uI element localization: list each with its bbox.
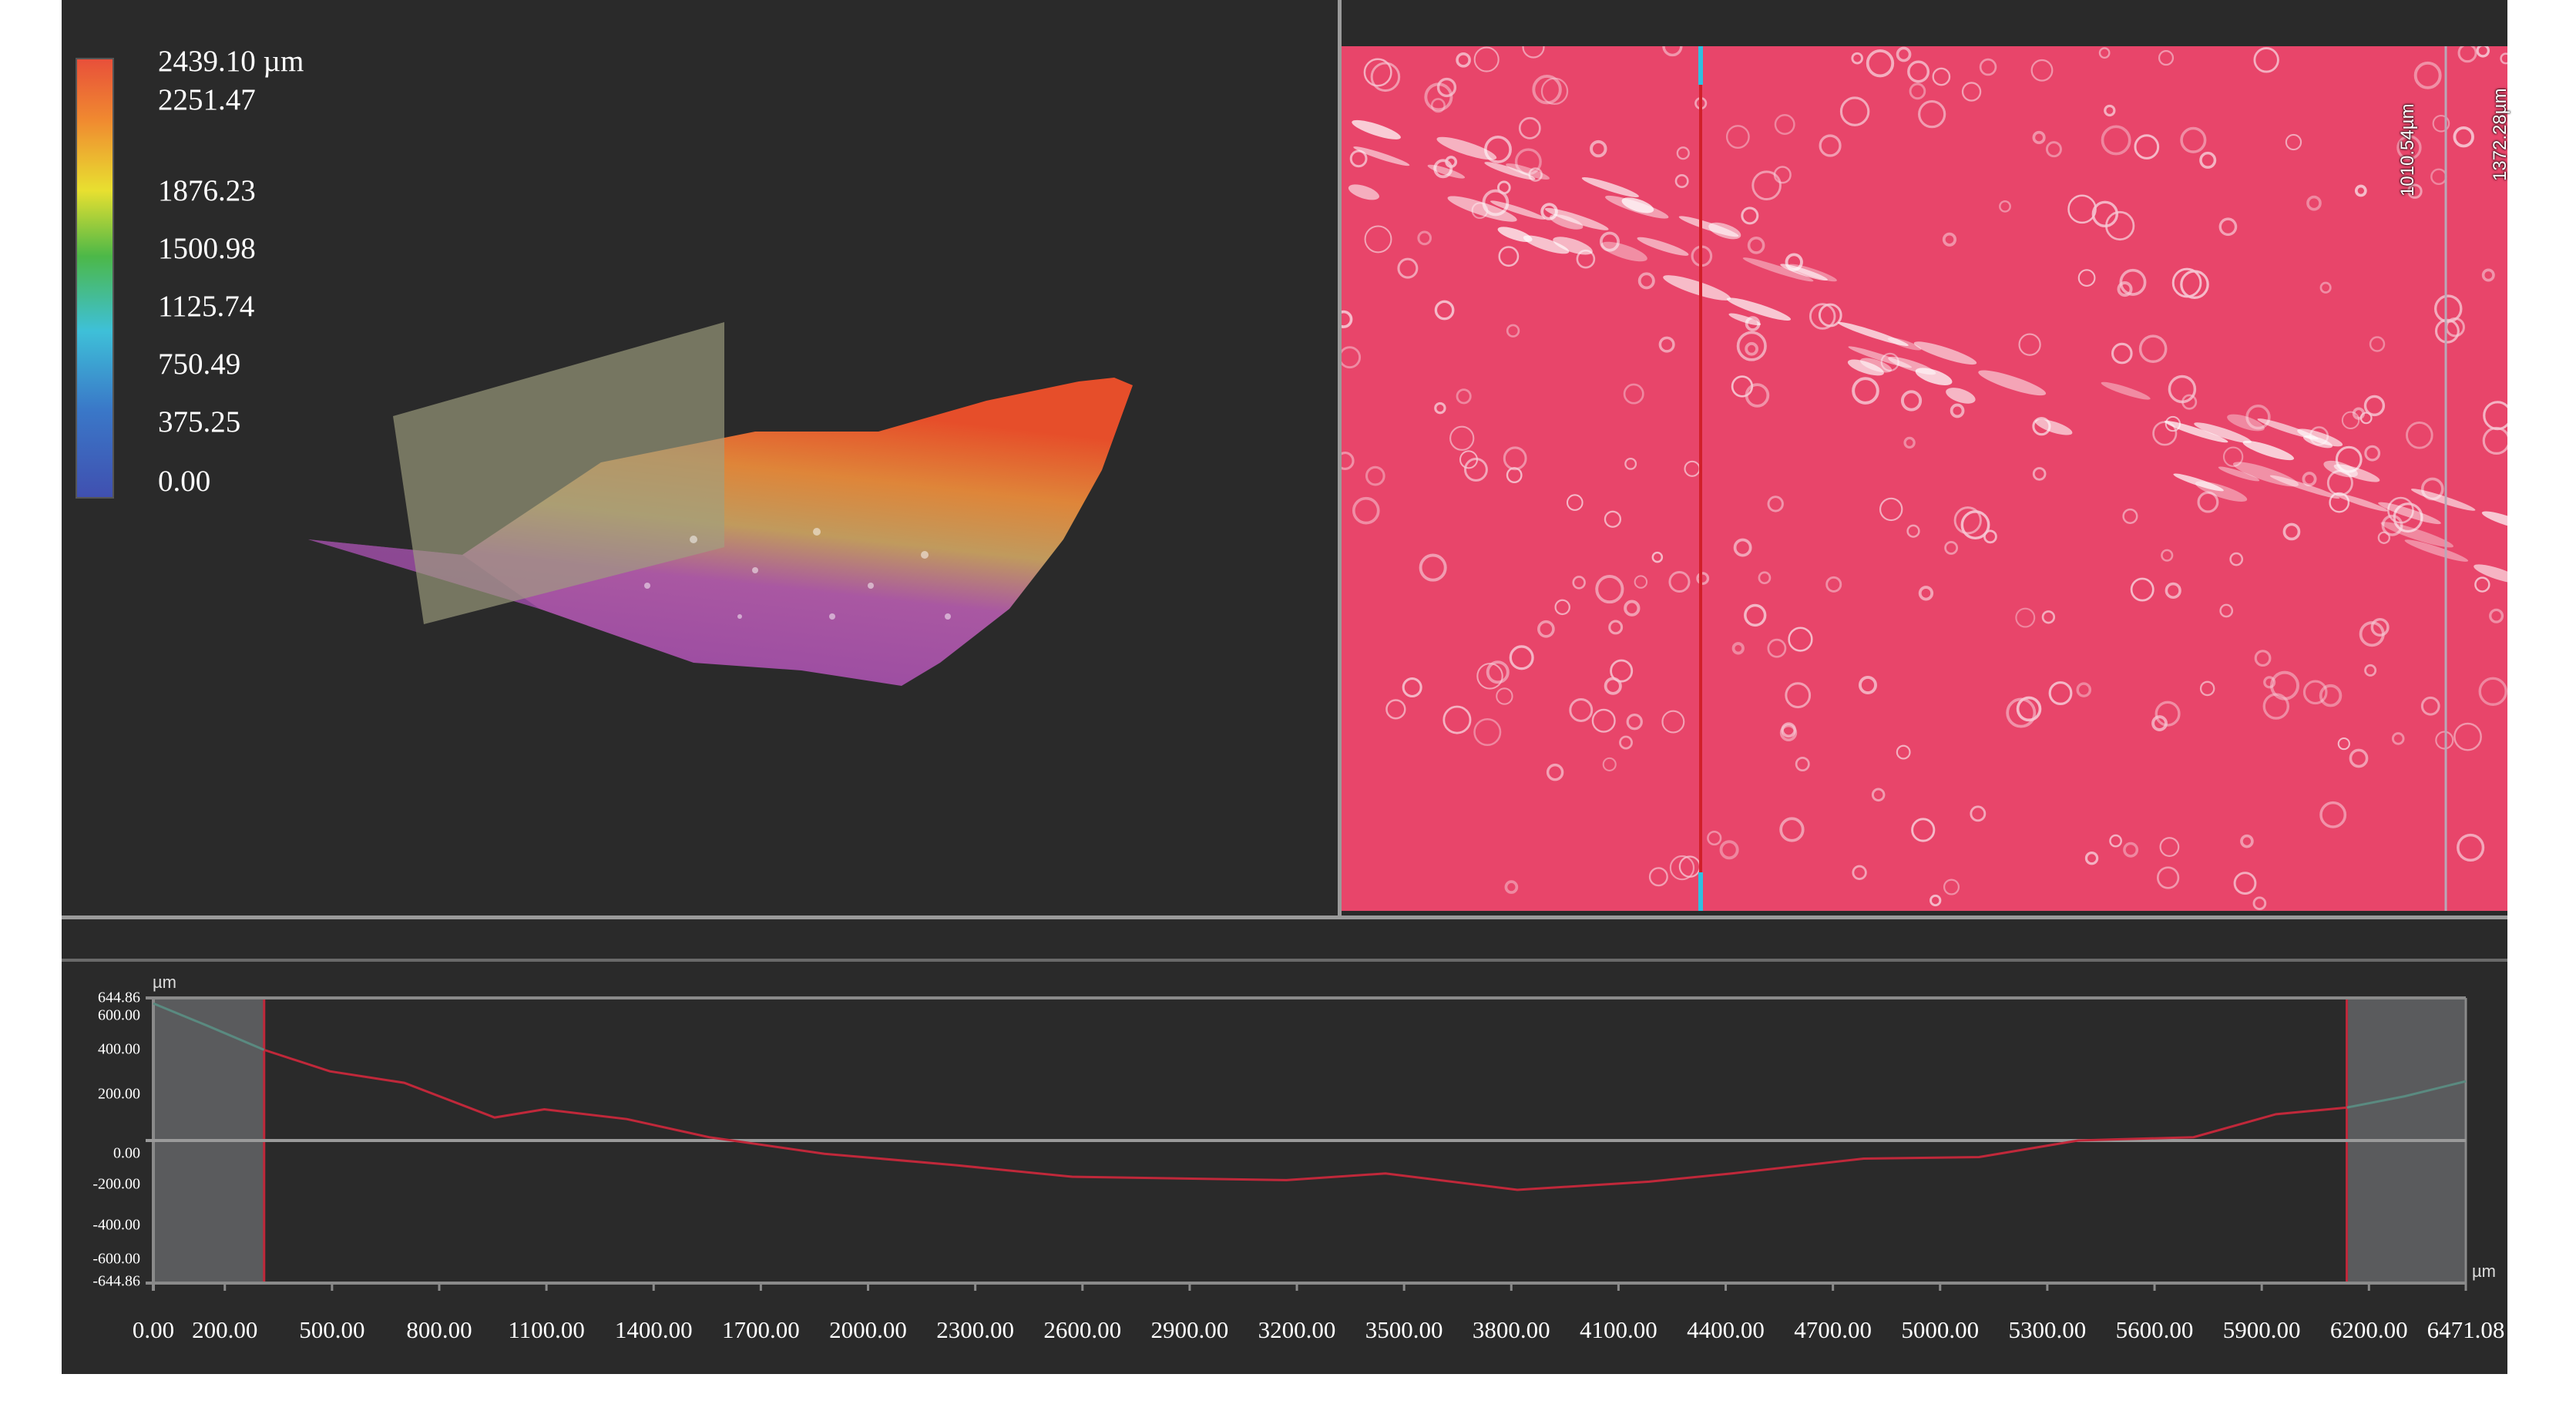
x-tick-label: 5900.00 (2222, 1316, 2301, 1343)
x-unit-label: µm (2472, 1262, 2497, 1281)
x-tick-label: 5000.00 (1901, 1316, 1980, 1343)
y-tick-label: -644.86 (92, 1272, 140, 1290)
y-unit-label: µm (153, 973, 177, 992)
x-tick-label: 6471.08 (2427, 1316, 2505, 1343)
x-tick-label: 500.00 (299, 1316, 365, 1343)
x-tick-label: 1100.00 (508, 1316, 585, 1343)
y-tick-label: 400.00 (98, 1040, 140, 1058)
x-tick-label: 5600.00 (2115, 1316, 2194, 1343)
y-tick-label: 0.00 (113, 1144, 140, 1162)
x-tick-label: 4400.00 (1687, 1316, 1765, 1343)
x-tick-label: 2300.00 (936, 1316, 1014, 1343)
x-tick-label: 6200.00 (2329, 1316, 2408, 1343)
x-tick-label: 4100.00 (1580, 1316, 1657, 1343)
x-tick-label: 200.00 (192, 1316, 258, 1343)
x-tick-label: 3500.00 (1365, 1316, 1443, 1343)
x-tick-label: 3800.00 (1472, 1316, 1550, 1343)
x-tick-label: 2600.00 (1043, 1316, 1122, 1343)
x-tick-label: 5300.00 (2008, 1316, 2087, 1343)
y-tick-label: 600.00 (98, 1006, 140, 1024)
y-tick-label: 644.86 (98, 989, 140, 1006)
profile-line (264, 1048, 2347, 1191)
profile-chart[interactable] (62, 0, 2507, 1374)
y-tick-label: -400.00 (92, 1216, 140, 1234)
x-tick-label: 0.00 (132, 1316, 175, 1343)
y-tick-label: -200.00 (92, 1175, 140, 1193)
y-tick-label: -600.00 (92, 1250, 140, 1268)
x-tick-label: 4700.00 (1794, 1316, 1872, 1343)
y-tick-label: 200.00 (98, 1085, 140, 1103)
x-tick-label: 1400.00 (614, 1316, 693, 1343)
x-tick-label: 800.00 (406, 1316, 472, 1343)
surface-analysis-window: 2439.10 µm 2251.47 1876.23 1500.98 1125.… (62, 0, 2531, 1374)
x-tick-label: 2900.00 (1150, 1316, 1229, 1343)
x-tick-label: 2000.00 (829, 1316, 907, 1343)
x-tick-label: 3200.00 (1258, 1316, 1336, 1343)
x-tick-label: 1700.00 (722, 1316, 800, 1343)
